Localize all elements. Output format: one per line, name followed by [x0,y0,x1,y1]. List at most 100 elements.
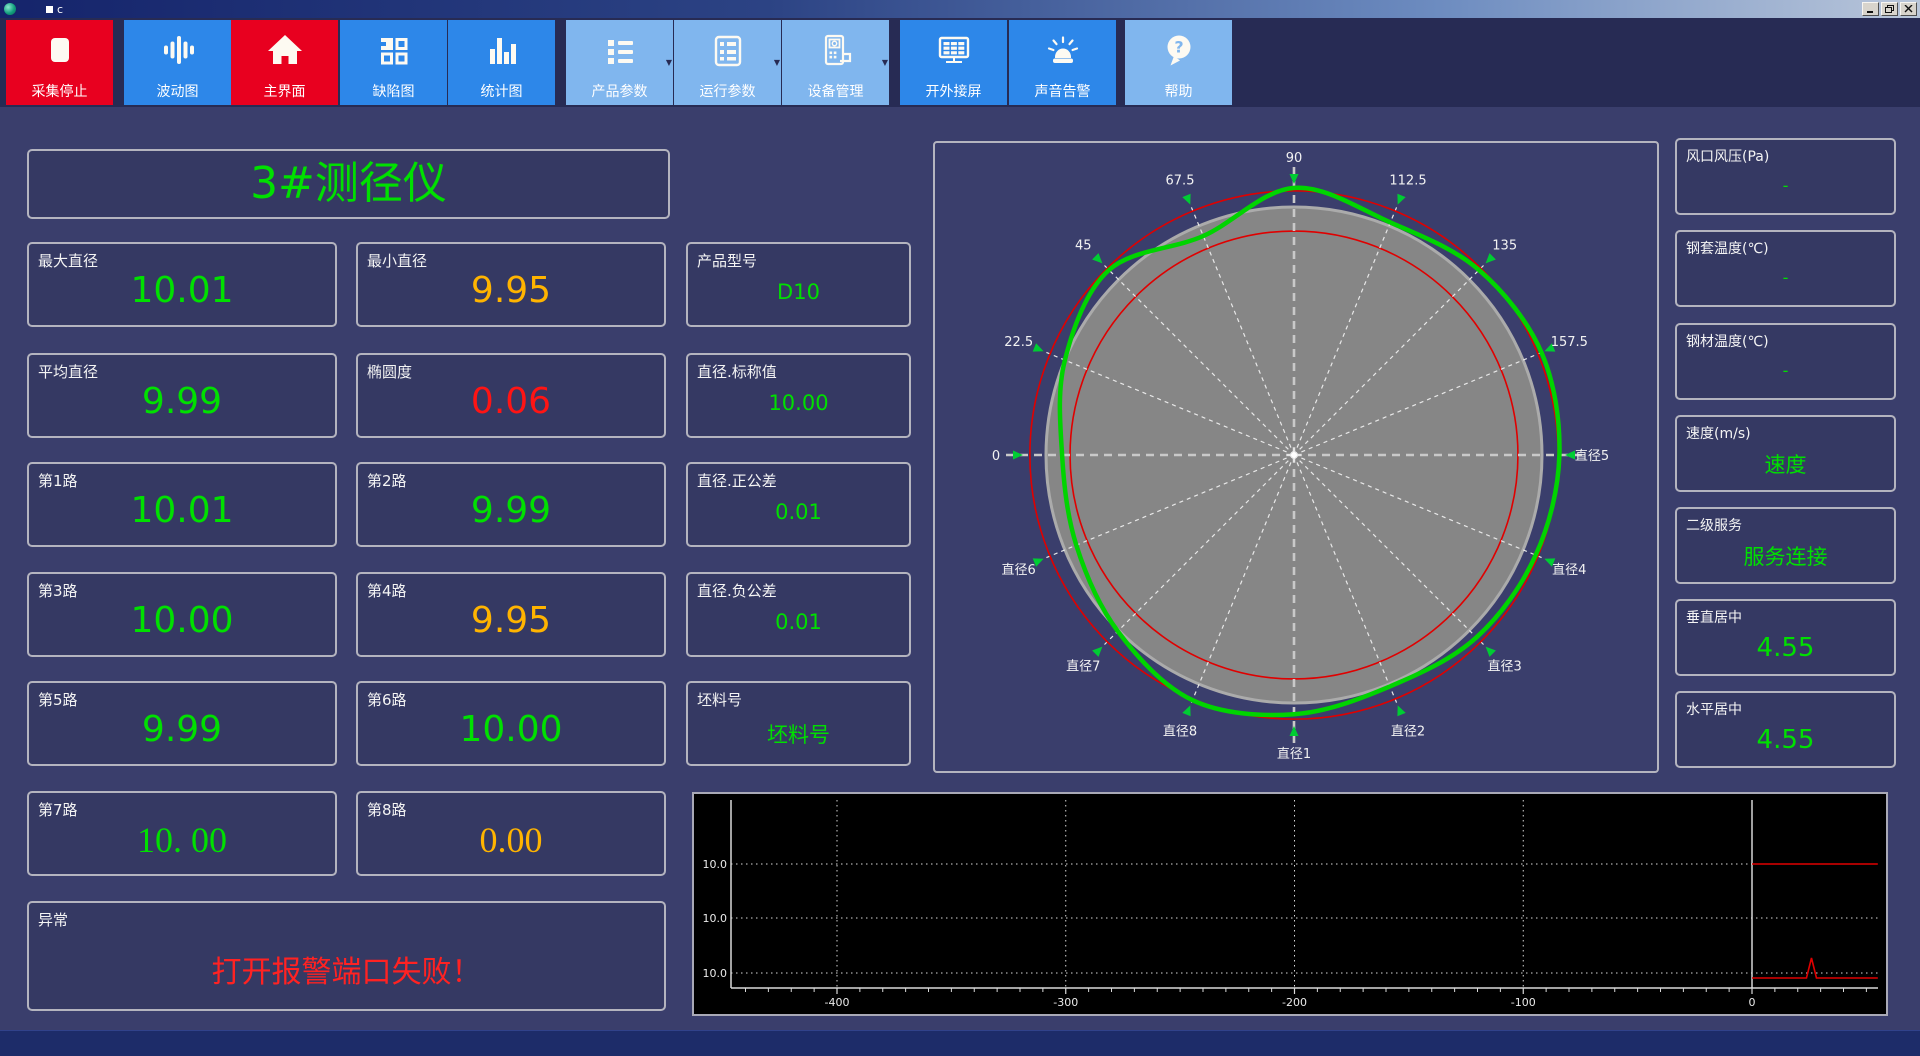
metric-label: 直径.正公差 [697,472,777,490]
spoke-label: 67.5 [1166,174,1195,189]
spoke-arrow-icon [1182,193,1191,205]
status-value: - [1782,361,1789,380]
spoke-arrow-icon [1092,646,1103,657]
metric-box-nominal-diameter: 直径.标称值 10.00 [686,353,911,438]
status-value: - [1782,268,1789,287]
metric-box-min-diameter: 最小直径 9.95 [356,242,666,327]
metric-value: 0.06 [470,381,552,422]
metric-value: 0.01 [775,610,822,634]
close-button[interactable] [1900,2,1917,16]
metric-value: 9.99 [141,381,223,422]
diameter-trend-chart: 10.0 10.0 10.0 -400 -300 -200 -100 0 [703,800,1878,1009]
x-tick-label: -100 [1511,996,1536,1009]
spoke-arrow-icon [1289,726,1299,736]
x-tick-label: 0 [1749,996,1756,1009]
toolbar-button-ext-screen[interactable]: 开外接屏 [900,20,1007,105]
metric-value: 0.00 [479,820,543,860]
alarm-icon [1047,36,1078,63]
spoke-arrow-icon [1397,705,1406,717]
metric-label: 椭圆度 [367,363,413,381]
spoke-label: 直径4 [1552,563,1586,578]
metric-value: 0.01 [775,500,822,524]
spoke-label: 0 [992,449,1000,464]
toolbar-button-product-params[interactable]: 产品参数 ▼ [566,20,673,105]
toolbar-button-help[interactable]: ? 帮助 [1125,20,1232,105]
toolbar-button-wave-chart[interactable]: 波动图 [124,20,231,105]
spoke-arrow-icon [1485,253,1496,264]
x-tick-label: -200 [1282,996,1307,1009]
metric-value: 9.99 [470,490,552,531]
toolbar-button-main-screen[interactable]: 主界面 [231,20,338,105]
status-value: 速度 [1764,453,1807,477]
status-value: 服务连接 [1743,545,1828,569]
status-label: 钢材温度(℃) [1686,334,1769,350]
metric-value: 10.01 [130,270,234,311]
polar-chart-panel: 直径5 157.5 135 112.5 90 67.5 45 22.5 0 直径6 直径7 直径8 直径… [933,141,1659,773]
status-box-speed: 速度(m/s) 速度 [1675,415,1896,492]
toolbar-button-stop-acquire[interactable]: 采集停止 [6,20,113,105]
status-box-sleeve-temp: 钢套温度(℃) - [1675,230,1896,307]
spoke-arrow-icon [1092,253,1103,264]
metric-box-path-7: 第7路 10. 00 [27,791,337,876]
spoke-label: 22.5 [1004,335,1033,350]
metric-box-path-1: 第1路 10.01 [27,462,337,547]
titlebar-square-glyph [46,5,53,13]
spoke-arrow-icon [1013,450,1023,460]
toolbar-button-label: 运行参数 [699,84,756,100]
metric-box-product-model: 产品型号 D10 [686,242,911,327]
dropdown-arrow-icon[interactable]: ▼ [774,59,780,67]
alarm-label: 异常 [38,911,69,929]
home-icon [267,35,302,64]
spoke-arrow-icon [1397,193,1406,205]
toolbar-button-device-mgmt[interactable]: 设备管理 ▼ [782,20,889,105]
toolbar-button-label: 声音告警 [1034,84,1091,100]
minimize-button[interactable] [1862,2,1879,16]
spoke-label: 直径3 [1488,660,1522,675]
restore-button[interactable] [1881,2,1898,16]
metric-label: 平均直径 [38,363,99,381]
metric-value: 10.00 [768,391,829,415]
toolbar-button-label: 主界面 [263,84,306,100]
defect-icon [380,38,407,65]
status-label: 垂直居中 [1686,610,1742,626]
toolbar-button-sound-alarm[interactable]: 声音告警 [1009,20,1116,105]
metric-label: 直径.标称值 [697,363,777,381]
station-title-box: 3#测径仪 [27,149,670,219]
status-label: 速度(m/s) [1686,426,1751,442]
status-label: 风口风压(Pa) [1686,149,1770,165]
metric-box-avg-diameter: 平均直径 9.99 [27,353,337,438]
status-box-vertical-center: 垂直居中 4.55 [1675,599,1896,676]
toolbar-button-label: 缺陷图 [372,84,415,100]
y-tick-label: 10.0 [703,912,728,925]
panel-icon [714,35,741,67]
metric-label: 直径.负公差 [697,582,777,600]
metric-label: 第3路 [38,582,78,600]
metric-box-path-2: 第2路 9.99 [356,462,666,547]
metric-value: 10.00 [459,709,563,750]
metric-value: 10. 00 [137,820,227,860]
toolbar-button-label: 开外接屏 [925,84,982,100]
x-tick-label: -300 [1053,996,1078,1009]
trend-chart-panel: 10.0 10.0 10.0 -400 -300 -200 -100 0 [692,792,1888,1016]
toolbar-button-label: 采集停止 [31,84,88,100]
metric-label: 第1路 [38,472,78,490]
metric-box-max-diameter: 最大直径 10.01 [27,242,337,327]
metric-box-pos-tolerance: 直径.正公差 0.01 [686,462,911,547]
metric-box-path-4: 第4路 9.95 [356,572,666,657]
metric-label: 最大直径 [38,252,99,270]
toolbar-button-label: 产品参数 [591,84,648,100]
toolbar-button-run-params[interactable]: 运行参数 ▼ [674,20,781,105]
polar-profile-chart: 直径5 157.5 135 112.5 90 67.5 45 22.5 0 直径6 直径7 直径8 直径… [992,151,1609,762]
toolbar-button-defect-chart[interactable]: 缺陷图 [340,20,447,105]
spoke-arrow-icon [1565,450,1575,460]
app-window: c 采集停止 波动图 主界面 缺陷图 统计图 产品参数 ▼ 运行参数 ▼ 设备管理 ▼ 开外… [0,0,1920,1056]
spoke-label: 45 [1075,238,1092,253]
metric-box-path-5: 第5路 9.99 [27,681,337,766]
toolbar-button-label: 设备管理 [807,84,864,100]
metric-label: 第8路 [367,801,407,819]
monitor-icon [938,36,969,63]
dropdown-arrow-icon[interactable]: ▼ [666,59,672,67]
dropdown-arrow-icon[interactable]: ▼ [882,59,888,67]
metric-value: 10.01 [130,490,234,531]
toolbar-button-stats-chart[interactable]: 统计图 [448,20,555,105]
